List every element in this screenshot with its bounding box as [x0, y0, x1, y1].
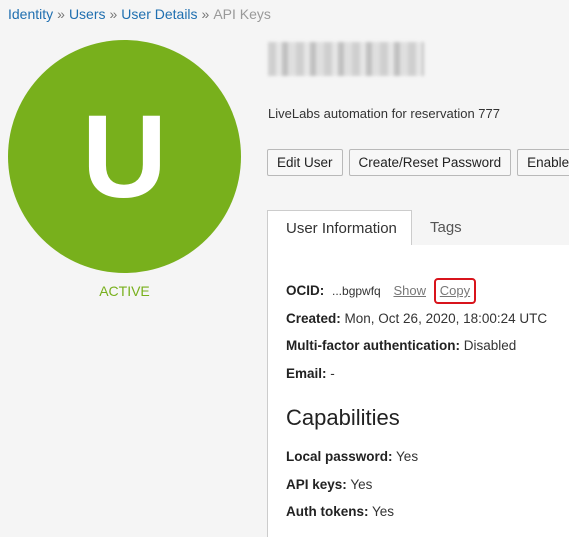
tab-user-information[interactable]: User Information	[267, 210, 412, 246]
created-row: Created: Mon, Oct 26, 2020, 18:00:24 UTC	[286, 311, 547, 326]
api-keys-label: API keys:	[286, 477, 347, 492]
email-row: Email: -	[286, 366, 335, 381]
show-ocid-link[interactable]: Show	[393, 283, 426, 298]
breadcrumb-users[interactable]: Users	[69, 6, 106, 22]
ocid-row: OCID: ...bgpwfq Show Copy	[286, 278, 477, 304]
copy-ocid-link[interactable]: Copy	[440, 283, 470, 298]
mfa-row: Multi-factor authentication: Disabled	[286, 338, 516, 353]
user-status: ACTIVE	[99, 283, 150, 299]
mfa-value: Disabled	[463, 338, 517, 353]
breadcrumb-current: API Keys	[213, 6, 271, 22]
breadcrumb-separator: »	[109, 6, 118, 22]
user-information-panel: OCID: ...bgpwfq Show Copy Created: Mon, …	[267, 245, 569, 537]
ocid-label: OCID:	[286, 283, 325, 298]
tab-tags[interactable]: Tags	[430, 210, 462, 245]
edit-user-button[interactable]: Edit User	[267, 149, 343, 176]
user-description: LiveLabs automation for reservation 777	[268, 106, 500, 121]
created-value: Mon, Oct 26, 2020, 18:00:24 UTC	[344, 311, 548, 326]
created-label: Created:	[286, 311, 341, 326]
local-password-row: Local password: Yes	[286, 449, 418, 464]
avatar-initial: U	[81, 90, 168, 223]
breadcrumb: Identity» Users» User Details» API Keys	[8, 6, 271, 22]
tab-bar: User Information Tags	[267, 210, 569, 246]
local-password-label: Local password:	[286, 449, 393, 464]
breadcrumb-separator: »	[57, 6, 65, 22]
redacted-username	[268, 42, 424, 76]
ocid-value: ...bgpwfq	[332, 284, 381, 298]
local-password-value: Yes	[396, 449, 419, 464]
api-keys-value: Yes	[350, 477, 373, 492]
capabilities-title: Capabilities	[286, 405, 400, 430]
enable-mfa-button[interactable]: Enable M	[517, 149, 569, 176]
user-avatar: U	[8, 40, 241, 273]
breadcrumb-separator: »	[201, 6, 210, 22]
breadcrumb-identity[interactable]: Identity	[8, 6, 53, 22]
breadcrumb-user-details[interactable]: User Details	[121, 6, 197, 22]
reset-password-button[interactable]: Create/Reset Password	[348, 149, 512, 176]
mfa-label: Multi-factor authentication:	[286, 338, 460, 353]
email-value: -	[330, 366, 335, 381]
api-keys-row: API keys: Yes	[286, 477, 372, 492]
auth-tokens-row: Auth tokens: Yes	[286, 504, 394, 519]
action-buttons: Edit User Create/Reset Password Enable M	[267, 149, 569, 176]
email-label: Email:	[286, 366, 327, 381]
auth-tokens-label: Auth tokens:	[286, 504, 369, 519]
copy-highlight-box: Copy	[433, 278, 477, 304]
auth-tokens-value: Yes	[372, 504, 395, 519]
